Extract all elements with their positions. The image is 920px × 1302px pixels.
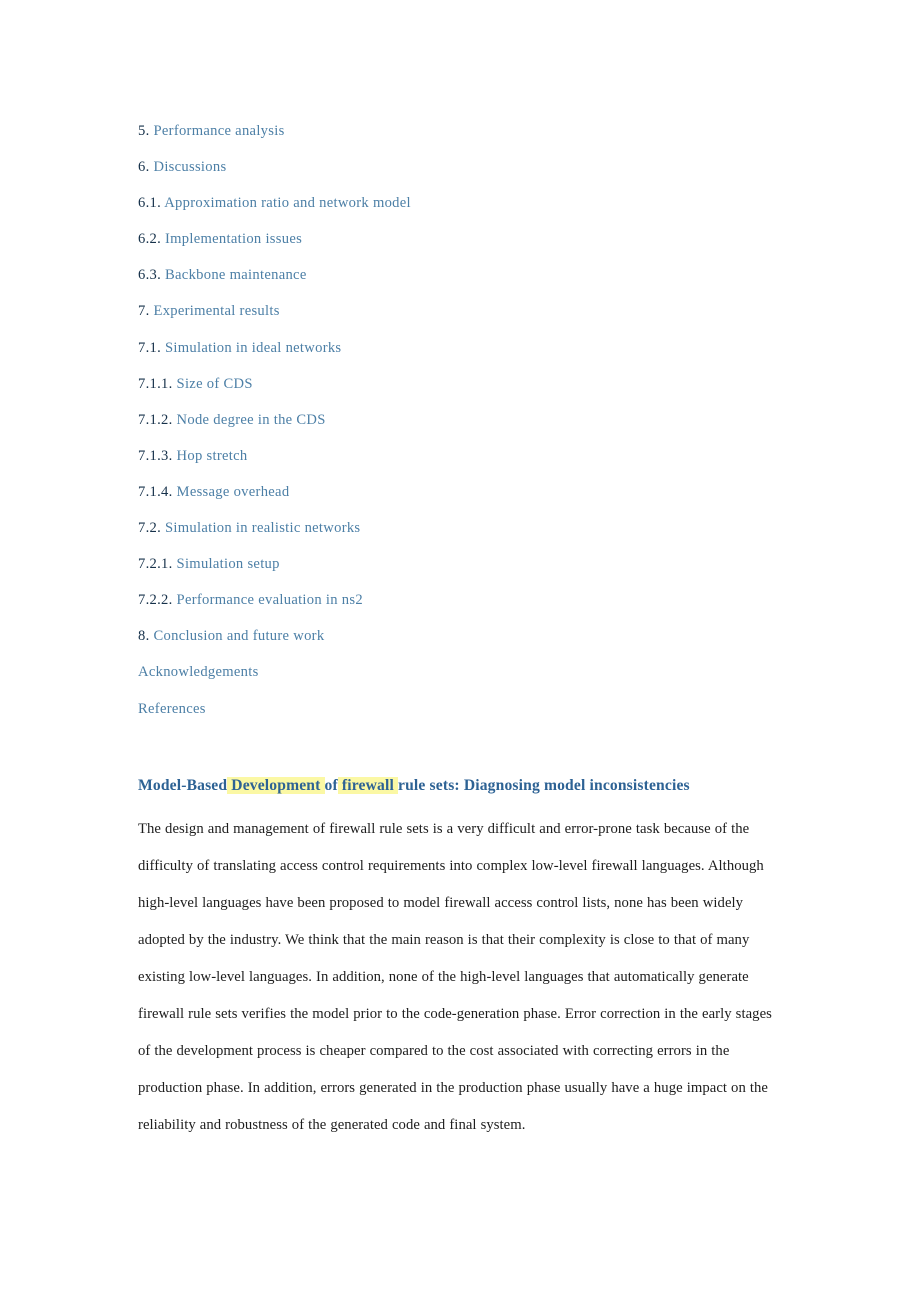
toc-entry-link[interactable]: Size of CDS: [177, 376, 253, 392]
toc-entry[interactable]: 8. Conclusion and future work: [138, 624, 784, 660]
title-highlight: firewall: [337, 777, 399, 794]
toc-entry-number: 7.2.: [138, 520, 162, 537]
title-segment: rule sets: Diagnosing model inconsistenc…: [398, 777, 690, 794]
toc-entry-number: 6.3.: [138, 267, 162, 284]
toc-entry-number: 7.: [138, 303, 150, 320]
toc-entry[interactable]: 7.1.3. Hop stretch: [138, 444, 784, 480]
toc-entry[interactable]: Acknowledgements: [138, 660, 784, 696]
toc-entry[interactable]: 7.2. Simulation in realistic networks: [138, 516, 784, 552]
toc-entry-number: 7.2.1.: [138, 556, 173, 573]
document-page: 5. Performance analysis 6. Discussions 6.1…: [0, 0, 920, 1302]
toc-entry-link[interactable]: Hop stretch: [177, 448, 248, 464]
toc-entry[interactable]: 6.1. Approximation ratio and network mod…: [138, 191, 784, 227]
toc-entry[interactable]: 7.1.4. Message overhead: [138, 480, 784, 516]
toc-entry-link[interactable]: Performance analysis: [153, 123, 284, 139]
toc-entry-link[interactable]: Experimental results: [153, 303, 279, 319]
toc-entry[interactable]: 6.3. Backbone maintenance: [138, 263, 784, 299]
toc-entry-link[interactable]: References: [138, 701, 206, 717]
toc-entry-number: 7.1.4.: [138, 483, 173, 500]
toc-entry[interactable]: 7.1.2. Node degree in the CDS: [138, 408, 784, 444]
toc-entry-link[interactable]: Implementation issues: [165, 231, 302, 247]
toc-entry-number: 7.1.1.: [138, 375, 173, 392]
toc-entry[interactable]: 6.2. Implementation issues: [138, 227, 784, 263]
toc-entry[interactable]: 7.2.1. Simulation setup: [138, 552, 784, 588]
toc-entry[interactable]: 7.1. Simulation in ideal networks: [138, 336, 784, 372]
toc-entry[interactable]: 6. Discussions: [138, 155, 784, 191]
toc-entry-link[interactable]: Performance evaluation in ns2: [177, 592, 363, 608]
toc-entry[interactable]: 7.2.2. Performance evaluation in ns2: [138, 588, 784, 624]
toc-entry-number: 6.1.: [138, 195, 162, 212]
toc-entry-number: 7.1.: [138, 339, 162, 356]
toc-entry[interactable]: References: [138, 697, 784, 733]
toc-entry-link[interactable]: Message overhead: [177, 484, 290, 500]
toc-entry-link[interactable]: Simulation setup: [177, 556, 280, 572]
article-title[interactable]: Model-Based Development of firewall rule…: [138, 775, 784, 797]
title-segment: Model-Based: [138, 777, 228, 794]
toc-entry-number: 8.: [138, 628, 150, 645]
article-abstract: The design and management of firewall ru…: [138, 821, 772, 1133]
toc-entry-number: 6.: [138, 159, 150, 176]
toc-entry-link[interactable]: Simulation in ideal networks: [165, 340, 341, 356]
toc-entry-link[interactable]: Node degree in the CDS: [177, 412, 326, 428]
article-entry: Model-Based Development of firewall rule…: [138, 775, 784, 1144]
toc-entry-link[interactable]: Backbone maintenance: [165, 267, 307, 283]
toc-entry-number: 7.1.2.: [138, 411, 173, 428]
toc-entry[interactable]: 5. Performance analysis: [138, 119, 784, 155]
toc-entry-number: 5.: [138, 123, 150, 139]
toc-entry-link[interactable]: Approximation ratio and network model: [164, 195, 411, 211]
toc-entry-number: 7.1.3.: [138, 447, 173, 464]
title-highlight: Development: [227, 777, 325, 794]
toc-entry[interactable]: 7. Experimental results: [138, 299, 784, 335]
toc-entry-link[interactable]: Conclusion and future work: [153, 628, 324, 644]
toc-entry-link[interactable]: Discussions: [153, 159, 226, 175]
toc-entry[interactable]: 7.1.1. Size of CDS: [138, 372, 784, 408]
toc-entry-link[interactable]: Acknowledgements: [138, 664, 259, 680]
toc-entry-number: 6.2.: [138, 231, 162, 248]
toc-entry-link[interactable]: Simulation in realistic networks: [165, 520, 360, 536]
table-of-contents: 5. Performance analysis 6. Discussions 6.1…: [138, 119, 784, 733]
title-segment: of: [324, 777, 338, 794]
toc-entry-number: 7.2.2.: [138, 592, 173, 609]
